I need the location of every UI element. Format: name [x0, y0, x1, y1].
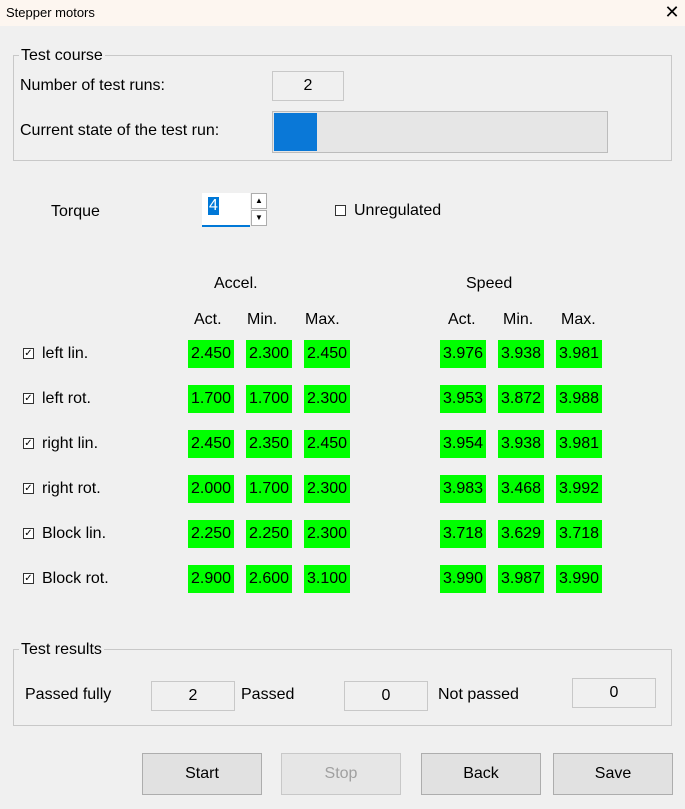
unregulated-checkbox[interactable]	[335, 205, 346, 216]
torque-up-button[interactable]: ▲	[251, 193, 267, 209]
accel-max-cell: 3.100	[304, 565, 350, 593]
progress-fill	[274, 113, 317, 151]
accel-min-cell: 2.350	[246, 430, 292, 458]
row-checkbox[interactable]: ✓	[23, 393, 34, 404]
torque-down-button[interactable]: ▼	[251, 210, 267, 226]
speed-min-header: Min.	[503, 311, 534, 328]
accel-max-cell: 2.450	[304, 430, 350, 458]
speed-act-cell: 3.976	[440, 340, 486, 368]
accel-act-header: Act.	[194, 311, 222, 328]
speed-max-header: Max.	[561, 311, 596, 328]
row-checkbox[interactable]: ✓	[23, 528, 34, 539]
accel-max-cell: 2.300	[304, 520, 350, 548]
row-label[interactable]: Block rot.	[42, 569, 109, 589]
passed-fully-field: 2	[151, 681, 235, 711]
row-label[interactable]: Block lin.	[42, 524, 106, 544]
state-label: Current state of the test run:	[20, 122, 220, 139]
start-button[interactable]: Start	[142, 753, 262, 795]
accel-act-cell: 2.900	[188, 565, 234, 593]
accel-header: Accel.	[214, 275, 258, 292]
speed-min-cell: 3.938	[498, 430, 544, 458]
accel-max-header: Max.	[305, 311, 340, 328]
row-checkbox[interactable]: ✓	[23, 573, 34, 584]
not-passed-field: 0	[572, 678, 656, 708]
speed-header: Speed	[466, 275, 513, 292]
speed-max-cell: 3.992	[556, 475, 602, 503]
accel-act-cell: 2.250	[188, 520, 234, 548]
accel-act-cell: 2.000	[188, 475, 234, 503]
row-label[interactable]: left lin.	[42, 344, 88, 364]
speed-min-cell: 3.872	[498, 385, 544, 413]
runs-field: 2	[272, 71, 344, 101]
passed-fully-label: Passed fully	[25, 686, 112, 703]
speed-max-cell: 3.981	[556, 430, 602, 458]
speed-min-cell: 3.468	[498, 475, 544, 503]
runs-label: Number of test runs:	[20, 77, 165, 94]
test-run-progress	[272, 111, 608, 153]
window-title: Stepper motors	[6, 5, 95, 20]
speed-min-cell: 3.987	[498, 565, 544, 593]
row-label[interactable]: right rot.	[42, 479, 101, 499]
speed-min-cell: 3.629	[498, 520, 544, 548]
speed-act-cell: 3.718	[440, 520, 486, 548]
accel-min-header: Min.	[247, 311, 278, 328]
torque-label: Torque	[51, 203, 100, 220]
accel-act-cell: 2.450	[188, 340, 234, 368]
speed-max-cell: 3.981	[556, 340, 602, 368]
test-results-legend: Test results	[19, 641, 104, 659]
back-button[interactable]: Back	[421, 753, 541, 795]
not-passed-label: Not passed	[438, 686, 519, 703]
close-icon[interactable]: ✕	[660, 1, 684, 23]
accel-min-cell: 1.700	[246, 475, 292, 503]
speed-max-cell: 3.988	[556, 385, 602, 413]
row-label[interactable]: left rot.	[42, 389, 91, 409]
accel-act-cell: 1.700	[188, 385, 234, 413]
passed-label: Passed	[241, 686, 295, 703]
torque-input[interactable]: 4	[202, 193, 250, 227]
row-label[interactable]: right lin.	[42, 434, 98, 454]
accel-max-cell: 2.450	[304, 340, 350, 368]
speed-max-cell: 3.990	[556, 565, 602, 593]
unregulated-label[interactable]: Unregulated	[354, 201, 441, 221]
row-checkbox[interactable]: ✓	[23, 483, 34, 494]
row-checkbox[interactable]: ✓	[23, 348, 34, 359]
stop-button[interactable]: Stop	[281, 753, 401, 795]
accel-min-cell: 1.700	[246, 385, 292, 413]
speed-act-cell: 3.954	[440, 430, 486, 458]
accel-min-cell: 2.250	[246, 520, 292, 548]
accel-max-cell: 2.300	[304, 475, 350, 503]
speed-act-cell: 3.953	[440, 385, 486, 413]
accel-max-cell: 2.300	[304, 385, 350, 413]
accel-act-cell: 2.450	[188, 430, 234, 458]
speed-act-cell: 3.990	[440, 565, 486, 593]
accel-min-cell: 2.300	[246, 340, 292, 368]
save-button[interactable]: Save	[553, 753, 673, 795]
torque-value[interactable]: 4	[208, 197, 219, 215]
accel-min-cell: 2.600	[246, 565, 292, 593]
speed-min-cell: 3.938	[498, 340, 544, 368]
test-course-legend: Test course	[19, 47, 105, 65]
title-bar: Stepper motors ✕	[0, 0, 685, 26]
row-checkbox[interactable]: ✓	[23, 438, 34, 449]
passed-field: 0	[344, 681, 428, 711]
speed-act-cell: 3.983	[440, 475, 486, 503]
speed-act-header: Act.	[448, 311, 476, 328]
speed-max-cell: 3.718	[556, 520, 602, 548]
